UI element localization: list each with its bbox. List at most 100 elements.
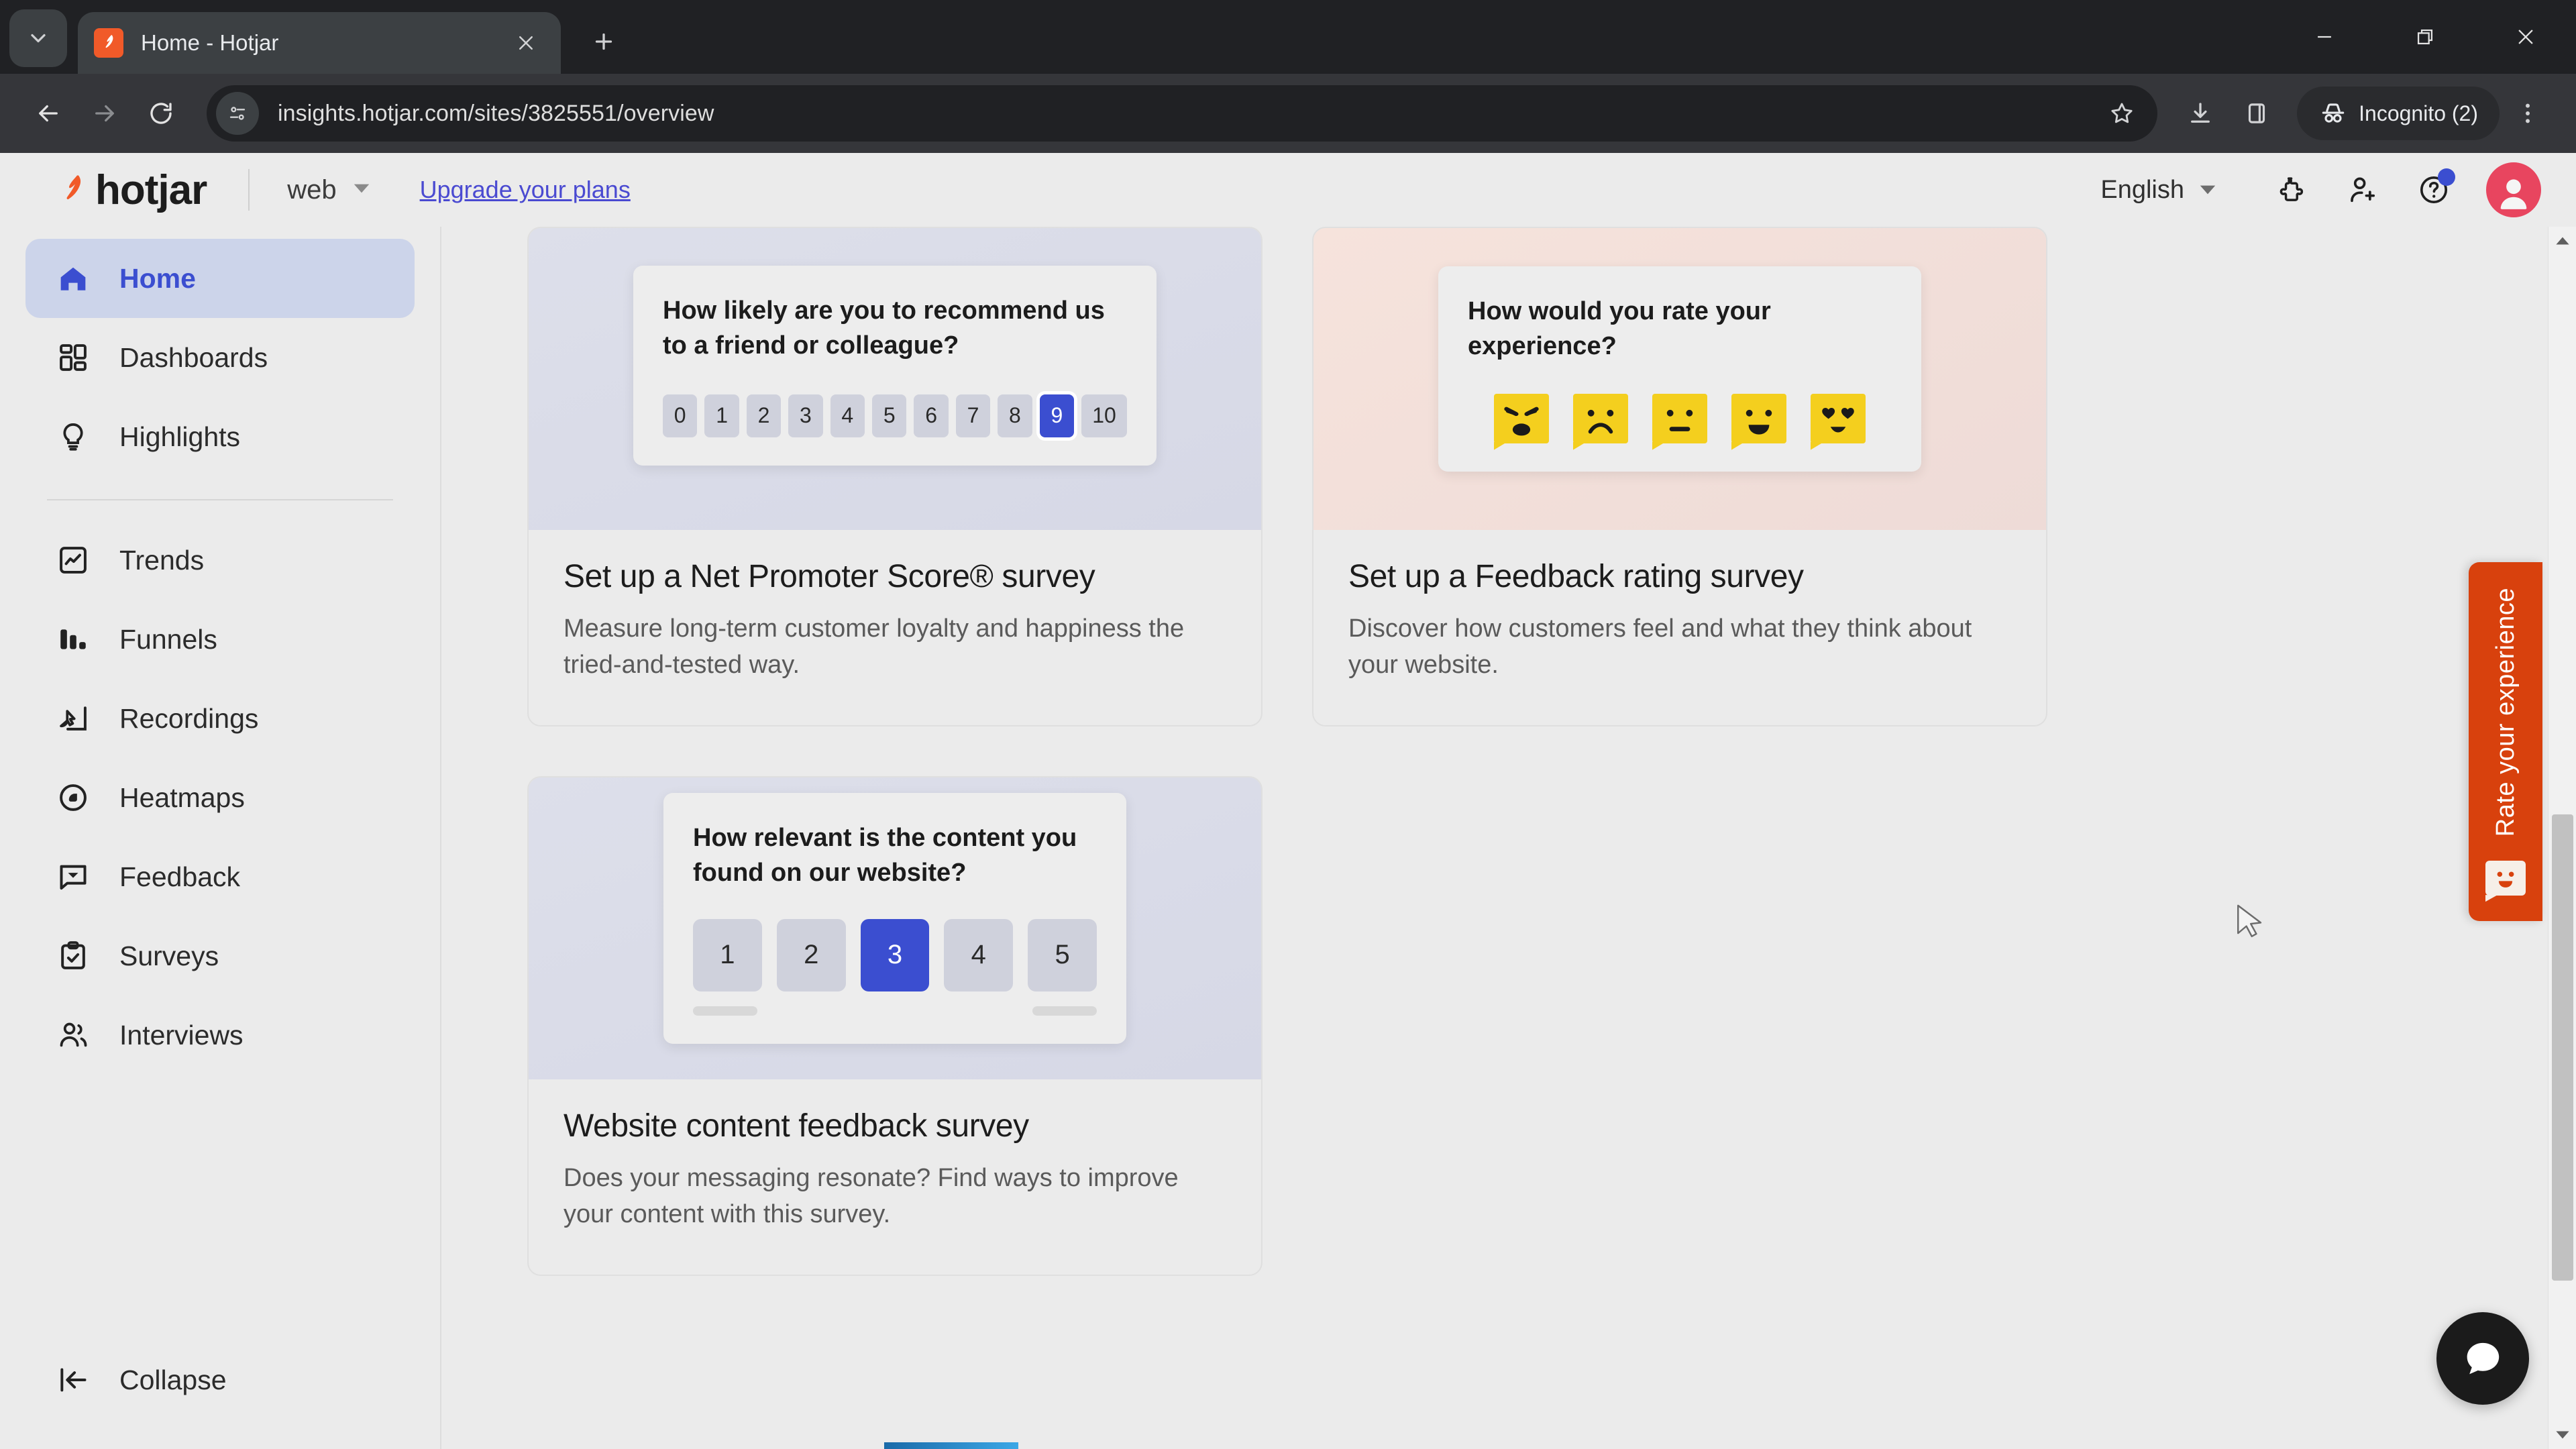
nps-option[interactable]: 2 (747, 394, 781, 437)
card-body: Website content feedback survey Does you… (529, 1079, 1261, 1275)
happy-face-icon[interactable] (1731, 394, 1786, 443)
emoji-question: How would you rate your experience? (1468, 294, 1892, 364)
nps-option[interactable]: 4 (830, 394, 865, 437)
address-bar[interactable]: insights.hotjar.com/sites/3825551/overvi… (207, 85, 2157, 142)
language-selector-value: English (2100, 176, 2184, 205)
heart-eyes-face-icon[interactable] (1811, 394, 1866, 443)
plus-icon (592, 30, 616, 54)
sidebar-item-highlights[interactable]: Highlights (25, 397, 415, 476)
survey-template-card-feedback-rating[interactable]: How would you rate your experience? (1312, 227, 2047, 727)
reload-button[interactable] (133, 85, 189, 142)
heatmap-icon (56, 781, 98, 814)
site-settings-icon[interactable] (216, 92, 259, 135)
survey-template-card-nps[interactable]: How likely are you to recommend us to a … (527, 227, 1263, 727)
sidebar-item-label: Interviews (119, 1020, 244, 1051)
header-actions: English (2100, 160, 2576, 219)
restore-icon (2414, 25, 2436, 48)
caret-up-icon (2555, 236, 2570, 246)
sidebar-separator (47, 499, 393, 500)
sidebar-item-trends[interactable]: Trends (25, 521, 415, 600)
sidebar-item-surveys[interactable]: Surveys (25, 916, 415, 996)
integrations-button[interactable] (2262, 160, 2321, 219)
sidebar-item-heatmaps[interactable]: Heatmaps (25, 758, 415, 837)
scrollbar-track[interactable] (2548, 255, 2576, 1421)
funnels-bars-icon (56, 623, 98, 656)
rating-option[interactable]: 1 (693, 919, 762, 991)
browser-tab[interactable]: Home - Hotjar (78, 12, 561, 74)
sidebar-item-label: Highlights (119, 421, 240, 453)
rating-option-selected[interactable]: 3 (861, 919, 930, 991)
tab-search-button[interactable] (9, 9, 67, 67)
rating-option[interactable]: 2 (777, 919, 846, 991)
scrollbar-up-button[interactable] (2548, 227, 2576, 255)
browser-toolbar: insights.hotjar.com/sites/3825551/overvi… (0, 74, 2576, 153)
tab-title: Home - Hotjar (141, 30, 507, 56)
header-divider (248, 169, 250, 211)
trends-chart-icon (56, 543, 98, 577)
rate-your-experience-tab[interactable]: Rate your experience (2469, 562, 2542, 921)
caret-down-icon (2555, 1430, 2570, 1440)
window-close-button[interactable] (2475, 0, 2576, 74)
sad-face-icon[interactable] (1573, 394, 1628, 443)
nps-option[interactable]: 1 (704, 394, 739, 437)
neutral-face-icon[interactable] (1652, 394, 1707, 443)
sidebar-item-interviews[interactable]: Interviews (25, 996, 415, 1075)
avatar[interactable] (2486, 162, 2541, 217)
window-maximize-button[interactable] (2375, 0, 2475, 74)
sidebar-item-label: Funnels (119, 624, 217, 655)
sidebar-item-label: Feedback (119, 861, 240, 893)
nps-option[interactable]: 8 (998, 394, 1032, 437)
card-title: Set up a Net Promoter Score® survey (564, 558, 1226, 595)
sidebar-item-home[interactable]: Home (25, 239, 415, 318)
chrome-menu-button[interactable] (2500, 85, 2556, 142)
nps-option[interactable]: 6 (914, 394, 948, 437)
chat-launcher-button[interactable] (2436, 1312, 2529, 1405)
rate-your-experience-label: Rate your experience (2491, 588, 2520, 837)
scrollbar-thumb[interactable] (2552, 814, 2573, 1281)
nps-option-selected[interactable]: 9 (1040, 394, 1074, 437)
emoji-scale (1468, 394, 1892, 443)
angry-face-icon[interactable] (1494, 394, 1549, 443)
downloads-button[interactable] (2172, 85, 2229, 142)
rating-option[interactable]: 5 (1028, 919, 1097, 991)
nps-option[interactable]: 0 (663, 394, 697, 437)
home-icon (56, 262, 98, 295)
tab-close-button[interactable] (507, 24, 545, 62)
sidebar-item-dashboards[interactable]: Dashboards (25, 318, 415, 397)
hotjar-logo[interactable]: hotjar (54, 166, 207, 214)
card-description: Measure long-term customer loyalty and h… (564, 611, 1226, 684)
hotjar-app: hotjar web Upgrade your plans English (0, 153, 2576, 1449)
nps-option[interactable]: 7 (956, 394, 990, 437)
rating-option[interactable]: 4 (944, 919, 1013, 991)
invite-user-button[interactable] (2333, 160, 2392, 219)
nps-option[interactable]: 5 (872, 394, 906, 437)
nps-option[interactable]: 3 (788, 394, 822, 437)
sidebar-item-recordings[interactable]: Recordings (25, 679, 415, 758)
window-minimize-button[interactable] (2274, 0, 2375, 74)
forward-button[interactable] (76, 85, 133, 142)
language-selector[interactable]: English (2100, 176, 2216, 205)
incognito-indicator[interactable]: Incognito (2) (2297, 87, 2500, 140)
upgrade-plans-link[interactable]: Upgrade your plans (420, 176, 631, 204)
window-controls (2274, 0, 2576, 74)
hotjar-flame-icon (54, 171, 91, 209)
new-tab-button[interactable] (576, 13, 632, 70)
survey-template-card-website-content[interactable]: How relevant is the content you found on… (527, 776, 1263, 1276)
user-avatar-icon (2493, 171, 2534, 213)
sidebar-item-funnels[interactable]: Funnels (25, 600, 415, 679)
site-selector[interactable]: web (287, 175, 370, 205)
card-preview-feedback-rating: How would you rate your experience? (1313, 228, 2046, 530)
back-button[interactable] (20, 85, 76, 142)
card-preview-website-content: How relevant is the content you found on… (529, 777, 1261, 1079)
sidebar-item-feedback[interactable]: Feedback (25, 837, 415, 916)
help-button[interactable] (2404, 160, 2463, 219)
bookmark-button[interactable] (2098, 90, 2145, 137)
scrollbar-down-button[interactable] (2548, 1421, 2576, 1449)
page-scrollbar[interactable] (2548, 227, 2576, 1449)
sidebar-item-label: Surveys (119, 941, 219, 972)
side-panel-button[interactable] (2229, 85, 2285, 142)
three-dot-menu-icon (2514, 99, 2542, 127)
arrow-left-icon (34, 99, 62, 127)
sidebar-collapse-button[interactable]: Collapse (25, 1340, 415, 1419)
nps-option[interactable]: 10 (1081, 394, 1127, 437)
